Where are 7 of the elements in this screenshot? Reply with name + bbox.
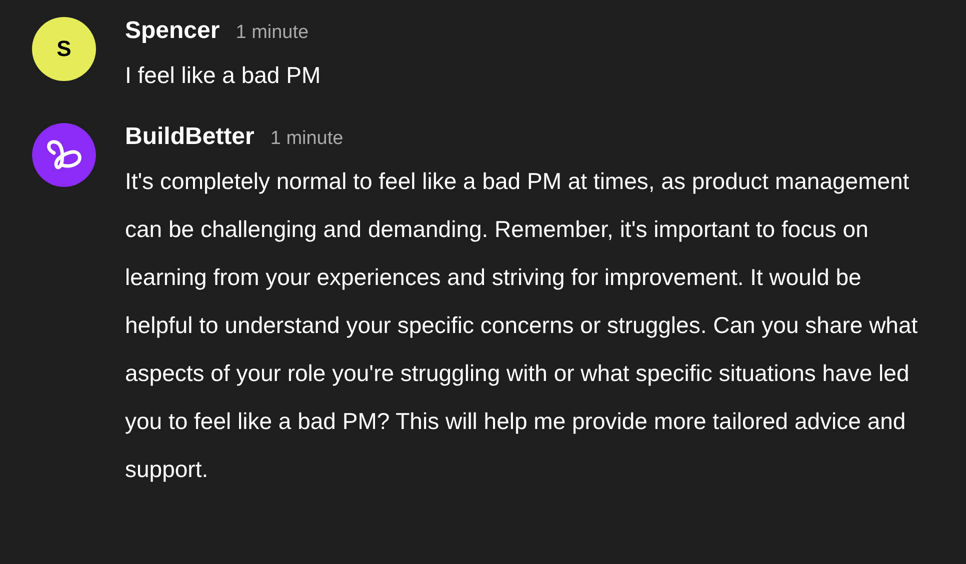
message-text: I feel like a bad PM [125,61,322,90]
avatar: S [32,17,96,81]
message-text: It's completely normal to feel like a bad PM at times, as product management can be challenging and demanding. Remember, it's important to focus on learning from your experiences and striving for improvement. It would be helpful to understand your specific concerns or struggles. Can you share what aspects of your role you're struggling with or what specific situations have led you to feel like a bad PM? This will help me provide more tailored advice and support. [125,167,919,484]
timestamp: 1 minute [236,22,309,44]
author-name: BuildBetter [125,123,254,151]
author-name: Spencer [125,17,220,45]
timestamp: 1 minute [270,128,344,150]
